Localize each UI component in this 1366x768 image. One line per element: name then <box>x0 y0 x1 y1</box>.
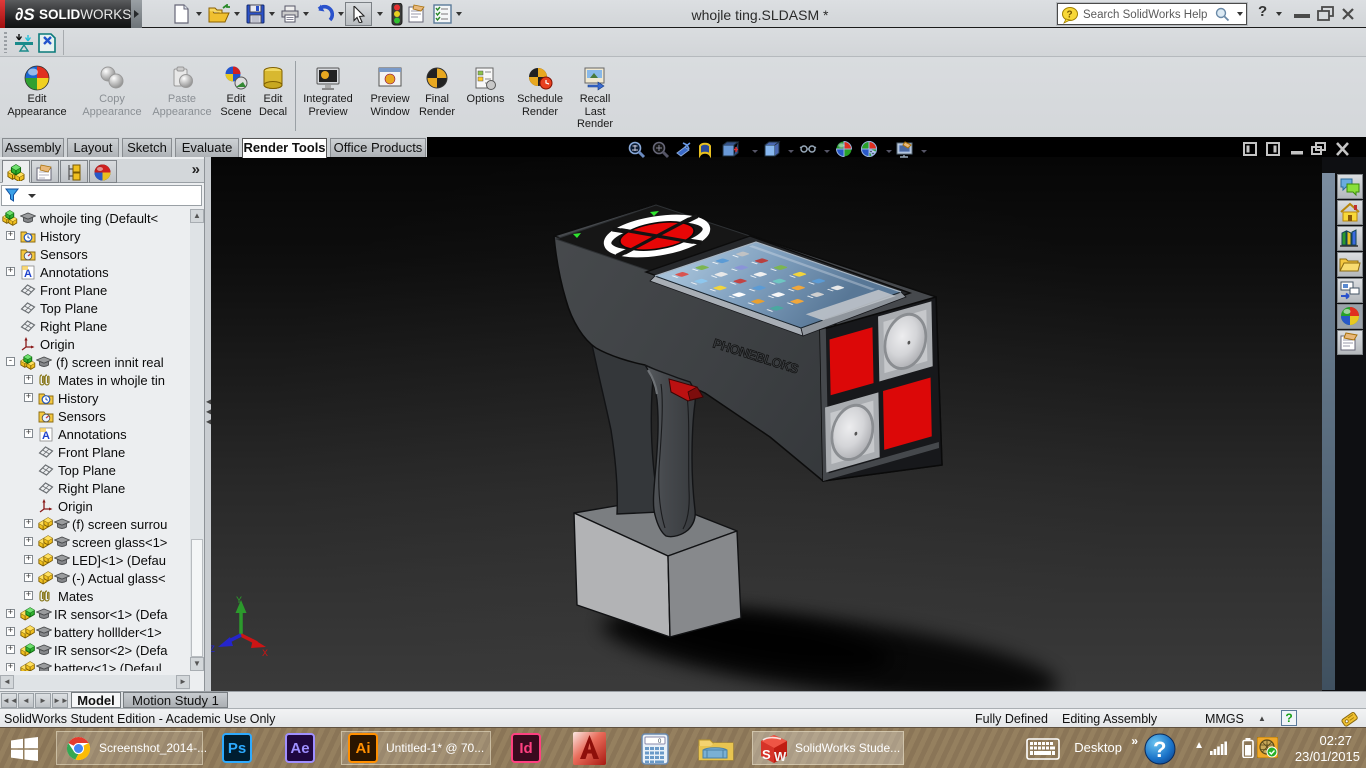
svg-text:?: ? <box>1067 10 1073 21</box>
svg-text:X: X <box>262 649 268 660</box>
svg-text:Z: Z <box>211 645 215 656</box>
svg-text:?: ? <box>1153 737 1166 762</box>
svg-text:SOLIDWORKS: SOLIDWORKS <box>39 7 131 22</box>
svg-text:S: S <box>762 747 771 762</box>
svg-text:Y: Y <box>236 596 242 607</box>
svg-text:W: W <box>774 749 787 764</box>
svg-text:∂S: ∂S <box>15 5 35 24</box>
